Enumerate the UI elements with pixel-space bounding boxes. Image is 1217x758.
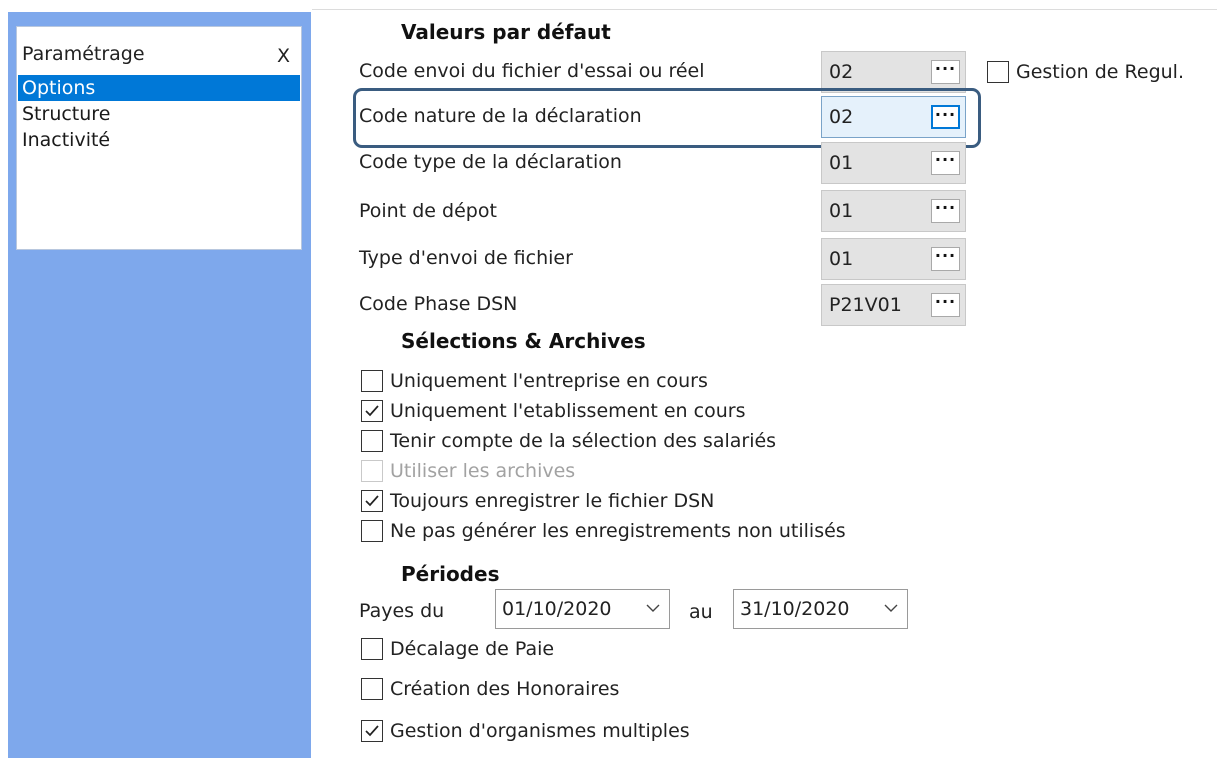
chevron-down-icon[interactable] [645, 602, 661, 614]
nav-panel-title: Paramétrage [22, 43, 145, 65]
ellipsis-button[interactable]: ··· [931, 60, 960, 84]
section-title-periodes: Périodes [401, 562, 500, 586]
checkbox-etablissement[interactable] [361, 400, 383, 422]
chevron-down-icon[interactable] [883, 602, 899, 614]
field-code-nature[interactable]: 02 ··· [821, 96, 966, 138]
label-honoraires: Création des Honoraires [390, 678, 620, 700]
sidebar: Paramétrage X Options Structure Inactivi… [8, 12, 311, 758]
checkbox-archives [361, 460, 383, 482]
field-value: 01 [829, 248, 854, 270]
date-from-value: 01/10/2020 [502, 598, 612, 620]
field-type-envoi[interactable]: 01 ··· [821, 238, 966, 280]
checkbox-entreprise[interactable] [361, 370, 383, 392]
top-divider [312, 9, 1217, 10]
section-title-selections: Sélections & Archives [401, 329, 646, 353]
label-code-phase: Code Phase DSN [359, 293, 518, 315]
field-value: P21V01 [829, 294, 902, 316]
label-point-depot: Point de dépot [359, 200, 497, 222]
label-non-utilises: Ne pas générer les enregistrements non u… [390, 520, 846, 542]
label-selection-salaries: Tenir compte de la sélection des salarié… [390, 430, 777, 452]
field-value: 02 [829, 106, 854, 128]
label-type-envoi: Type d'envoi de fichier [359, 247, 573, 269]
field-value: 01 [829, 200, 854, 222]
date-to-value: 31/10/2020 [740, 598, 850, 620]
label-payes-du: Payes du [359, 600, 445, 622]
label-etablissement: Uniquement l'etablissement en cours [390, 400, 746, 422]
field-code-phase[interactable]: P21V01 ··· [821, 284, 966, 326]
nav-item-structure[interactable]: Structure [18, 101, 300, 127]
ellipsis-button[interactable]: ··· [931, 105, 960, 129]
section-title-defaults: Valeurs par défaut [401, 20, 611, 44]
close-button[interactable]: X [277, 45, 290, 67]
checkbox-decalage-paie[interactable] [361, 638, 383, 660]
checkmark-icon [365, 405, 379, 417]
ellipsis-button[interactable]: ··· [931, 247, 960, 271]
field-value: 02 [829, 61, 854, 83]
label-gestion-regul: Gestion de Regul. [1016, 61, 1184, 83]
label-organismes-multiples: Gestion d'organismes multiples [390, 720, 690, 742]
checkmark-icon [365, 725, 379, 737]
checkbox-enregistrer-dsn[interactable] [361, 490, 383, 512]
label-code-nature: Code nature de la déclaration [359, 105, 642, 127]
label-decalage-paie: Décalage de Paie [390, 638, 555, 660]
date-from-combo[interactable]: 01/10/2020 [495, 589, 670, 629]
date-to-combo[interactable]: 31/10/2020 [733, 589, 908, 629]
label-enregistrer-dsn: Toujours enregistrer le fichier DSN [390, 490, 715, 512]
checkbox-honoraires[interactable] [361, 678, 383, 700]
checkbox-selection-salaries[interactable] [361, 430, 383, 452]
ellipsis-button[interactable]: ··· [931, 151, 960, 175]
checkbox-organismes-multiples[interactable] [361, 720, 383, 742]
field-code-envoi[interactable]: 02 ··· [821, 51, 966, 93]
nav-item-inactivite[interactable]: Inactivité [18, 127, 300, 153]
checkbox-non-utilises[interactable] [361, 520, 383, 542]
ellipsis-button[interactable]: ··· [931, 199, 960, 223]
field-value: 01 [829, 152, 854, 174]
ellipsis-button[interactable]: ··· [931, 293, 960, 317]
field-code-type[interactable]: 01 ··· [821, 142, 966, 184]
label-entreprise: Uniquement l'entreprise en cours [390, 370, 708, 392]
navigation-panel: Paramétrage X Options Structure Inactivi… [16, 26, 302, 250]
checkbox-gestion-regul[interactable] [987, 61, 1009, 83]
field-point-depot[interactable]: 01 ··· [821, 190, 966, 232]
label-archives: Utiliser les archives [390, 460, 576, 482]
label-code-type: Code type de la déclaration [359, 151, 622, 173]
label-code-envoi: Code envoi du fichier d'essai ou réel [359, 60, 705, 82]
nav-item-options[interactable]: Options [18, 75, 300, 101]
checkmark-icon [365, 495, 379, 507]
label-au: au [689, 601, 713, 623]
